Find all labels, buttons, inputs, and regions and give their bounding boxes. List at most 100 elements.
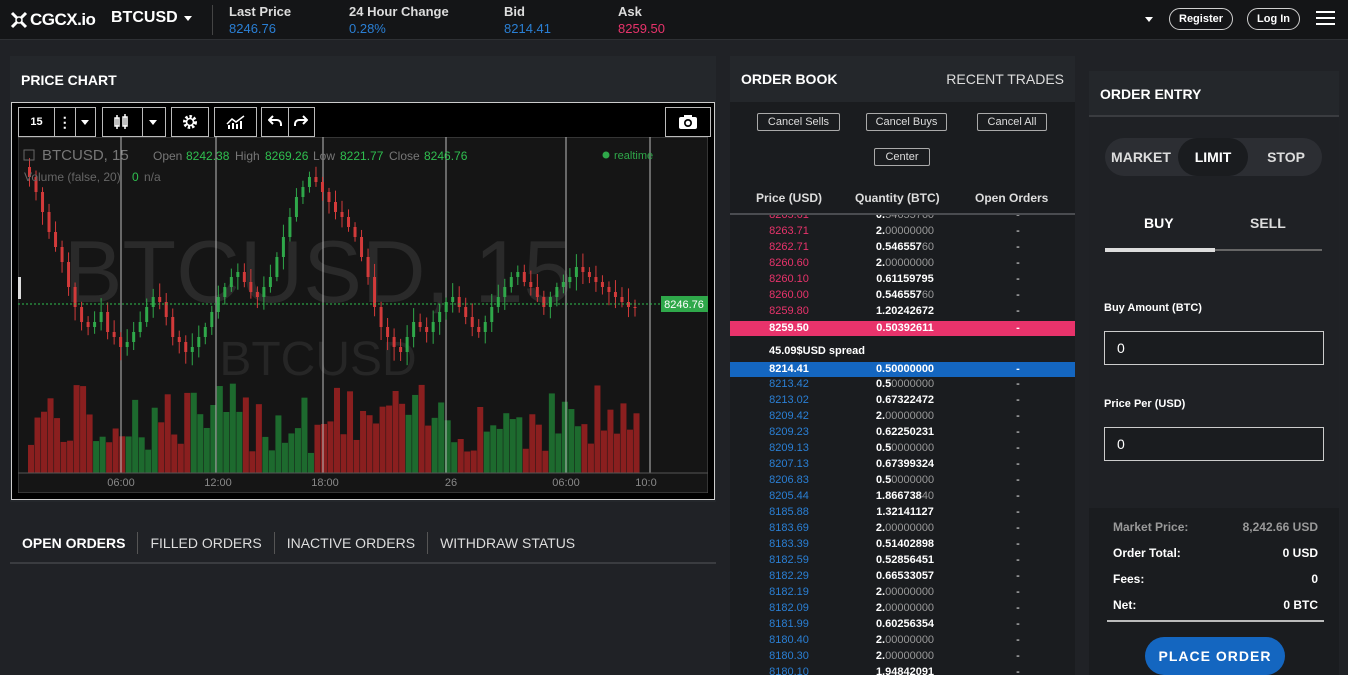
chart-type-selector[interactable] bbox=[102, 107, 166, 137]
order-entry-panel: ORDER ENTRY MARKET LIMIT STOP BUY SELL B… bbox=[1089, 71, 1339, 675]
stat-label: Ask bbox=[618, 4, 642, 19]
candle-body bbox=[93, 322, 97, 327]
ask-quantity: 0.54655760 bbox=[840, 215, 970, 221]
chart-widget[interactable]: 15 ⋮ BTCUSD, 15 BTCUSD 8246.76 06:00 12:… bbox=[11, 102, 715, 500]
quantity-main: 0.5 bbox=[875, 442, 892, 454]
ask-row[interactable]: 8260.10 0.61159795 - bbox=[730, 273, 1075, 289]
side-sell-tab[interactable]: SELL bbox=[1250, 215, 1286, 231]
bid-row[interactable]: 8213.02 0.67322472 - bbox=[730, 394, 1075, 410]
volume-bar bbox=[600, 430, 607, 473]
tab-withdraw-status[interactable]: WITHDRAW STATUS bbox=[428, 535, 587, 551]
order-type-market[interactable]: MARKET bbox=[1105, 138, 1177, 176]
bid-row[interactable]: 8181.99 0.60256354 - bbox=[730, 618, 1075, 634]
bid-open-orders: - bbox=[1016, 442, 1020, 454]
volume-bar bbox=[425, 425, 432, 473]
order-type-limit[interactable]: LIMIT bbox=[1178, 138, 1248, 176]
quantity-main: 2. bbox=[875, 225, 886, 237]
candle-body bbox=[340, 212, 344, 217]
tab-filled-orders[interactable]: FILLED ORDERS bbox=[138, 535, 273, 551]
bid-row[interactable]: 8180.30 2.00000000 - bbox=[730, 650, 1075, 666]
bid-row[interactable]: 8206.83 0.50000000 - bbox=[730, 474, 1075, 490]
price-per-input[interactable] bbox=[1104, 427, 1324, 461]
bid-row[interactable]: 8182.09 2.00000000 - bbox=[730, 602, 1075, 618]
login-button[interactable]: Log In bbox=[1247, 8, 1300, 30]
quantity-main: 2. bbox=[875, 634, 886, 646]
bid-row[interactable]: 8182.59 0.52856451 - bbox=[730, 554, 1075, 570]
volume-bar bbox=[347, 391, 354, 473]
market-price-label: Market Price: bbox=[1113, 520, 1189, 534]
settings-button[interactable] bbox=[171, 107, 209, 137]
ask-price: 8260.60 bbox=[769, 257, 809, 269]
bid-row[interactable]: 8207.13 0.67399324 - bbox=[730, 458, 1075, 474]
ask-row[interactable]: 8260.60 2.00000000 - bbox=[730, 257, 1075, 273]
tab-order-book[interactable]: ORDER BOOK bbox=[741, 71, 837, 87]
tab-open-orders[interactable]: OPEN ORDERS bbox=[22, 535, 137, 551]
best-ask-row[interactable]: 8259.50 0.50392611 - bbox=[730, 321, 1075, 336]
ask-row[interactable]: 8259.80 1.20242672 - bbox=[730, 305, 1075, 321]
bid-row[interactable]: 8209.13 0.50000000 - bbox=[730, 442, 1075, 458]
bid-quantity: 1.94842091 bbox=[840, 666, 970, 675]
screenshot-button[interactable] bbox=[665, 107, 711, 137]
orders-tabs: OPEN ORDERS FILLED ORDERS INACTIVE ORDER… bbox=[22, 532, 587, 554]
cancel-sells-button[interactable]: Cancel Sells bbox=[757, 113, 840, 131]
menu-icon[interactable] bbox=[1316, 11, 1335, 29]
chart-plot[interactable]: BTCUSD, 15 BTCUSD 8246.76 06:00 12:00 18:0… bbox=[18, 137, 708, 493]
chevron-down-icon[interactable] bbox=[76, 116, 95, 128]
undo-icon[interactable] bbox=[262, 114, 288, 130]
volume-bar bbox=[548, 393, 555, 473]
ask-row[interactable]: 8262.71 0.54655760 - bbox=[730, 241, 1075, 257]
bid-row[interactable]: 8205.44 1.86673840 - bbox=[730, 490, 1075, 506]
language-dropdown-icon[interactable] bbox=[1145, 17, 1153, 22]
quantity-main: 2. bbox=[875, 586, 886, 598]
bid-row[interactable]: 8213.42 0.50000000 - bbox=[730, 378, 1075, 394]
more-vertical-icon[interactable]: ⋮ bbox=[55, 114, 74, 131]
candle-body bbox=[47, 212, 51, 232]
volume-bar bbox=[496, 428, 503, 473]
cancel-buys-button[interactable]: Cancel Buys bbox=[866, 113, 947, 131]
bid-row[interactable]: 8180.10 1.94842091 - bbox=[730, 666, 1075, 675]
register-button[interactable]: Register bbox=[1169, 8, 1234, 30]
best-bid-row[interactable]: 8214.41 0.50000000 - bbox=[730, 362, 1075, 377]
bid-row[interactable]: 8183.39 0.51402898 - bbox=[730, 538, 1075, 554]
bid-quantity: 2.00000000 bbox=[840, 650, 970, 662]
cancel-all-button[interactable]: Cancel All bbox=[977, 113, 1047, 131]
center-button[interactable]: Center bbox=[874, 148, 930, 166]
tab-recent-trades[interactable]: RECENT TRADES bbox=[946, 71, 1064, 87]
volume-bar bbox=[379, 406, 386, 473]
logo[interactable]: CGCX.io bbox=[10, 10, 96, 30]
ask-row[interactable]: 8265.61 0.54655760 - bbox=[730, 215, 1075, 225]
bid-price: 8182.29 bbox=[769, 570, 809, 582]
bid-row[interactable]: 8209.42 2.00000000 - bbox=[730, 410, 1075, 426]
bid-row[interactable]: 8180.40 2.00000000 - bbox=[730, 634, 1075, 650]
bid-row[interactable]: 8183.69 2.00000000 - bbox=[730, 522, 1075, 538]
place-order-button[interactable]: PLACE ORDER bbox=[1145, 637, 1285, 675]
indicators-button[interactable] bbox=[214, 107, 257, 137]
ask-row[interactable]: 8263.71 2.00000000 - bbox=[730, 225, 1075, 241]
ask-quantity: 0.54655760 bbox=[840, 289, 970, 301]
candle-body bbox=[613, 292, 617, 297]
volume-bar bbox=[197, 414, 204, 473]
bid-price: 8180.10 bbox=[769, 666, 809, 675]
bid-row[interactable]: 8209.23 0.62250231 - bbox=[730, 426, 1075, 442]
candle-body bbox=[60, 247, 64, 262]
side-buy-tab[interactable]: BUY bbox=[1144, 215, 1174, 231]
order-type-stop[interactable]: STOP bbox=[1250, 138, 1322, 176]
volume-bar bbox=[373, 423, 380, 473]
pair-selector[interactable]: BTCUSD bbox=[111, 9, 192, 27]
volume-bar bbox=[86, 414, 93, 473]
time-tick-label: 06:00 bbox=[552, 477, 580, 489]
bid-row[interactable]: 8182.29 0.66533057 - bbox=[730, 570, 1075, 586]
ask-row[interactable]: 8260.00 0.54655760 - bbox=[730, 289, 1075, 305]
volume-bar bbox=[438, 402, 445, 473]
redo-icon[interactable] bbox=[289, 114, 315, 130]
quantity-dim: 0000000 bbox=[891, 474, 935, 486]
quantity-dim: 60 bbox=[921, 289, 935, 301]
chart-drag-handle[interactable] bbox=[18, 277, 21, 299]
interval-selector[interactable]: 15 ⋮ bbox=[18, 107, 96, 137]
col-price-header: Price (USD) bbox=[756, 191, 823, 205]
buy-amount-input[interactable] bbox=[1104, 331, 1324, 365]
tab-inactive-orders[interactable]: INACTIVE ORDERS bbox=[275, 535, 427, 551]
quantity-dim: 60 bbox=[921, 241, 935, 253]
bid-row[interactable]: 8182.19 2.00000000 - bbox=[730, 586, 1075, 602]
bid-row[interactable]: 8185.88 1.32141127 - bbox=[730, 506, 1075, 522]
